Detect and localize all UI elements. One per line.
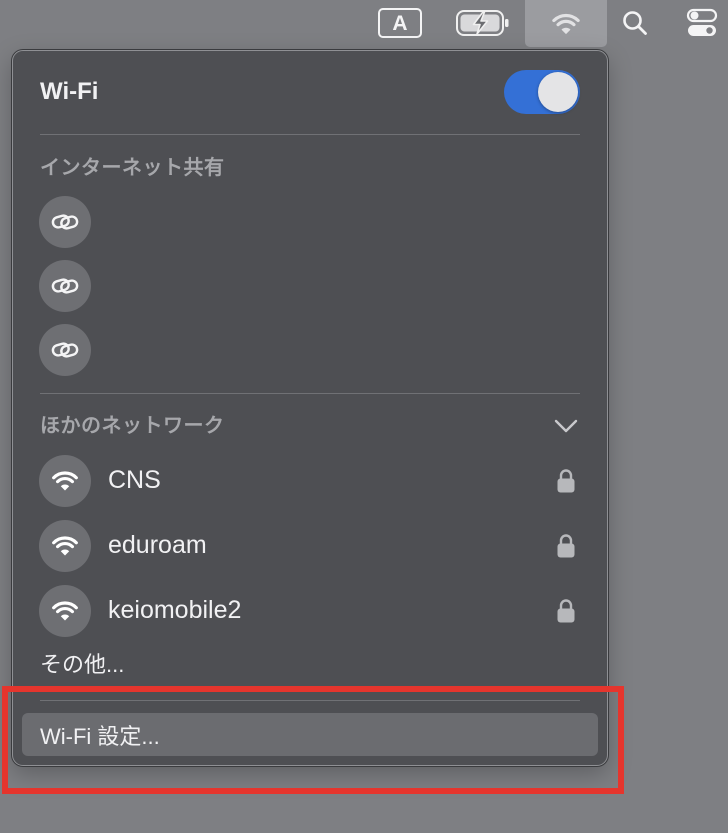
wifi-title: Wi-Fi [40, 78, 99, 105]
lock-icon [556, 468, 576, 494]
wifi-settings-button[interactable]: Wi-Fi 設定... [22, 713, 598, 756]
other-networks-header[interactable]: ほかのネットワーク [40, 413, 580, 439]
battery-menu[interactable] [456, 9, 512, 37]
hotspot-section-header: インターネット共有 [40, 157, 225, 179]
wifi-icon [39, 584, 91, 637]
search-icon [622, 10, 648, 36]
desktop: A Wi-Fi インターネット共有 ほかのネットワーク CNS eduroam … [0, 0, 728, 833]
battery-charging-icon [456, 9, 512, 37]
spotlight-search-menu[interactable] [620, 8, 650, 38]
wifi-icon [39, 519, 91, 572]
link-icon [39, 260, 91, 312]
input-source-menu[interactable]: A [378, 8, 422, 38]
hotspot-item[interactable] [39, 254, 579, 318]
wifi-toggle[interactable] [504, 70, 580, 114]
network-list: CNS eduroam keiomobile2 [39, 448, 579, 643]
wifi-menu-panel: Wi-Fi インターネット共有 ほかのネットワーク CNS eduroam ke… [12, 50, 608, 766]
other-networks-label: ほかのネットワーク [40, 415, 225, 437]
network-name: CNS [108, 466, 161, 494]
separator [40, 700, 580, 701]
network-item[interactable]: eduroam [39, 513, 579, 578]
control-center-icon [686, 8, 718, 38]
lock-icon [556, 598, 576, 624]
wifi-icon [39, 454, 91, 507]
hotspot-list [39, 190, 579, 382]
network-name: keiomobile2 [108, 596, 242, 624]
link-icon [39, 324, 91, 376]
wifi-status-menu[interactable] [525, 0, 607, 47]
hotspot-item[interactable] [39, 190, 579, 254]
wifi-settings-label: Wi-Fi 設定... [40, 723, 160, 749]
separator [40, 393, 580, 394]
chevron-down-icon [554, 419, 578, 433]
separator [40, 134, 580, 135]
other-network-item[interactable]: その他... [40, 650, 124, 680]
network-name: eduroam [108, 531, 207, 559]
hotspot-item[interactable] [39, 318, 579, 382]
network-item[interactable]: keiomobile2 [39, 578, 579, 643]
network-item[interactable]: CNS [39, 448, 579, 513]
lock-icon [556, 533, 576, 559]
wifi-icon [551, 12, 581, 36]
link-icon [39, 196, 91, 248]
wifi-toggle-knob [538, 72, 578, 112]
menu-bar: A [0, 0, 728, 47]
input-source-letter: A [392, 11, 408, 35]
control-center-menu[interactable] [686, 8, 718, 38]
